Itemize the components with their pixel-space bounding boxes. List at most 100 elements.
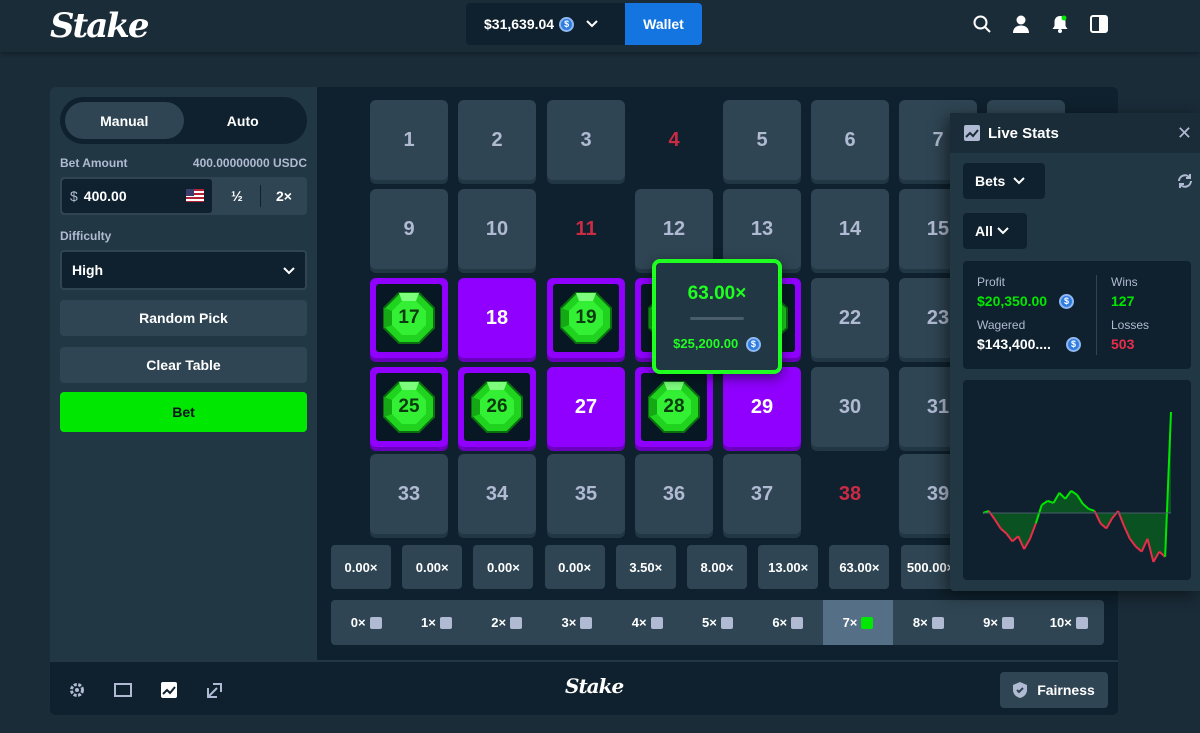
hits-bar: 0× 1× 2× 3× 4× 5× 6× 7× 8× 9× 10× (331, 600, 1104, 645)
losses-label: Losses (1111, 318, 1150, 332)
tile-gem-slot: 28 (641, 373, 707, 441)
user-icon[interactable] (1011, 14, 1031, 34)
tile-number: 4 (668, 128, 680, 151)
chevron-down-icon (997, 227, 1009, 235)
bet-amount-label: Bet Amount (60, 156, 128, 170)
keno-tile[interactable]: 33 (370, 454, 448, 534)
bet-amount-input[interactable]: $ 400.00 (62, 179, 212, 213)
clear-table-button[interactable]: Clear Table (60, 347, 307, 383)
keno-tile[interactable]: 3 (547, 100, 625, 180)
keno-tile[interactable]: 5 (723, 100, 801, 180)
sidebar-toggle-icon[interactable] (1089, 14, 1109, 34)
keno-tile[interactable]: 35 (547, 454, 625, 534)
gem-square-icon (369, 616, 382, 629)
tile-number: 13 (750, 217, 774, 240)
close-icon[interactable]: ✕ (1177, 123, 1192, 144)
payout-multiplier: 0.00× (473, 545, 534, 589)
profit-chart (982, 411, 1172, 563)
hit-count-label: 1× (420, 615, 436, 630)
filter-dropdown[interactable]: All (963, 213, 1027, 249)
hit-count-item: 5× (682, 600, 752, 645)
keno-tile[interactable]: 10 (458, 189, 536, 269)
difficulty-row: Difficulty (60, 229, 307, 243)
bet-amount-usdc: 400.00000000 USDC (192, 156, 307, 170)
search-icon[interactable] (972, 14, 992, 34)
chevron-down-icon (283, 262, 295, 278)
popout-icon[interactable] (205, 680, 225, 700)
tile-number: 34 (485, 482, 509, 505)
keno-tile[interactable]: 14 (811, 189, 889, 269)
hit-count-item: 10× (1034, 600, 1104, 645)
settings-gear-icon[interactable] (67, 680, 87, 700)
hit-count-item: 0× (331, 600, 401, 645)
half-bet-button[interactable]: ½ (214, 177, 260, 215)
gem-icon: 25 (381, 379, 437, 435)
bet-sidebar: Manual Auto Bet Amount 400.00000000 USDC… (50, 87, 317, 660)
keno-tile[interactable]: 2 (458, 100, 536, 180)
profit-value: $20,350.00 (977, 293, 1048, 309)
keno-tile[interactable]: 34 (458, 454, 536, 534)
keno-tile[interactable]: 30 (811, 367, 889, 447)
hit-count-label: 9× (983, 615, 998, 630)
hit-count-label: 0× (350, 615, 366, 630)
keno-tile[interactable]: 25 (370, 367, 448, 447)
theatre-mode-icon[interactable] (113, 680, 133, 700)
live-stats-icon[interactable] (159, 680, 179, 700)
tile-number: 1 (403, 128, 415, 151)
keno-tile[interactable]: 38 (811, 454, 889, 534)
tile-number: 14 (838, 217, 862, 240)
keno-tile[interactable]: 6 (811, 100, 889, 180)
keno-tile[interactable]: 13 (723, 189, 801, 269)
live-stats-header[interactable]: Live Stats ✕ (950, 113, 1200, 153)
tile-number: 5 (756, 128, 768, 151)
chevron-down-icon (586, 17, 598, 31)
mode-tabs: Manual Auto (60, 97, 307, 144)
tile-number: 9 (403, 217, 415, 240)
keno-tile[interactable]: 18 (458, 278, 536, 358)
tile-number: 25 (398, 396, 420, 417)
keno-tile[interactable]: 11 (547, 189, 625, 269)
keno-tile[interactable]: 26 (458, 367, 536, 447)
usdc-coin-icon: $ (1059, 294, 1074, 309)
tab-auto[interactable]: Auto (184, 102, 303, 139)
keno-tile[interactable]: 12 (635, 189, 713, 269)
chart-trend-icon (964, 125, 980, 141)
fairness-button[interactable]: Fairness (1000, 672, 1108, 708)
hit-count-item: 8× (893, 600, 963, 645)
stake-logo[interactable]: Stake (50, 6, 149, 46)
tab-manual[interactable]: Manual (65, 102, 184, 139)
difficulty-select[interactable]: High (60, 250, 307, 290)
keno-tile[interactable]: 4 (635, 100, 713, 180)
tile-number: 11 (575, 217, 597, 240)
footer-stake-logo: Stake (565, 674, 624, 698)
wins-label: Wins (1111, 275, 1138, 289)
keno-tile[interactable]: 36 (635, 454, 713, 534)
keno-tile[interactable]: 29 (723, 367, 801, 447)
double-bet-button[interactable]: 2× (261, 177, 307, 215)
wins-value: 127 (1111, 293, 1135, 309)
wallet-button[interactable]: Wallet (625, 3, 702, 45)
bet-amount-value: 400.00 (83, 188, 127, 204)
notification-bell-icon[interactable] (1050, 14, 1070, 34)
payout-multiplier: 0.00× (544, 545, 605, 589)
payout-multiplier: 63.00× (829, 545, 890, 589)
keno-tile[interactable]: 37 (723, 454, 801, 534)
tile-number: 6 (844, 128, 856, 151)
bet-button[interactable]: Bet (60, 392, 307, 432)
gem-square-icon (510, 616, 523, 629)
hit-count-label: 8× (912, 615, 928, 630)
payout-multiplier: 13.00× (758, 545, 819, 589)
keno-tile[interactable]: 17 (370, 278, 448, 358)
keno-tile[interactable]: 19 (547, 278, 625, 358)
keno-tile[interactable]: 9 (370, 189, 448, 269)
keno-tile[interactable]: 27 (547, 367, 625, 447)
refresh-icon[interactable] (1176, 173, 1194, 194)
bets-dropdown[interactable]: Bets (963, 163, 1045, 199)
keno-tile[interactable]: 1 (370, 100, 448, 180)
keno-tile[interactable]: 22 (811, 278, 889, 358)
hit-count-item: 6× (753, 600, 823, 645)
gem-icon: 17 (381, 290, 437, 346)
random-pick-button[interactable]: Random Pick (60, 300, 307, 336)
balance-dropdown[interactable]: $31,639.04 $ (466, 3, 626, 45)
keno-tile[interactable]: 28 (635, 367, 713, 447)
